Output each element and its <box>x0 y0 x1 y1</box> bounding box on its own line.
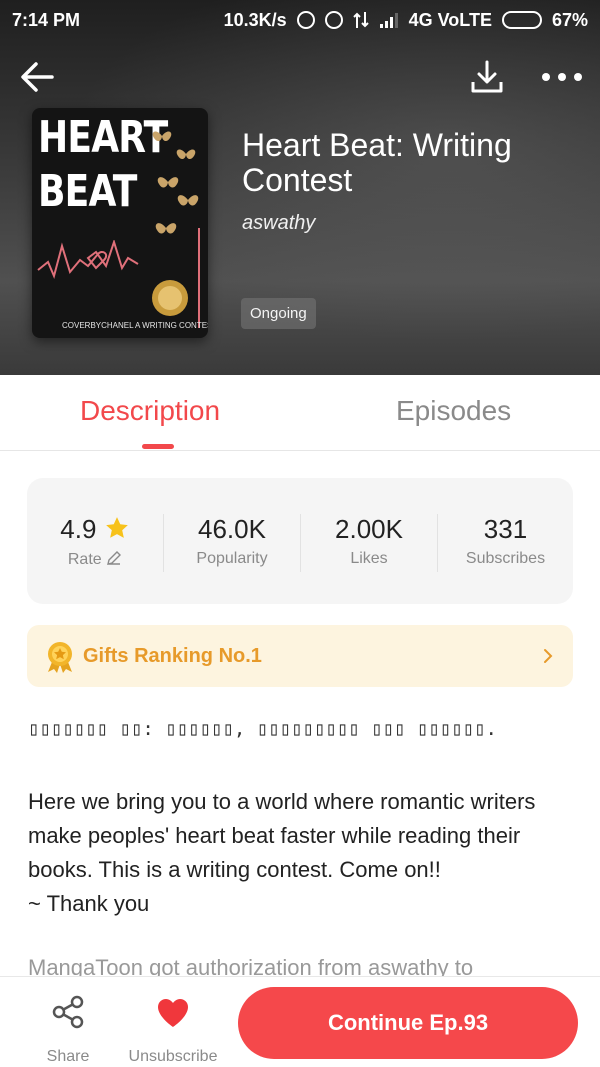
stat-rate[interactable]: 4.9 Rate <box>27 478 163 604</box>
unsubscribe-label: Unsubscribe <box>128 1048 218 1065</box>
stat-popularity: 46.0K Popularity <box>164 478 300 604</box>
stat-label: Rate <box>67 551 102 568</box>
battery-percent: 67% <box>551 9 588 30</box>
continue-reading-button[interactable]: Continue Ep.93 <box>238 987 578 1059</box>
top-bar <box>0 52 600 102</box>
gifts-ranking-banner[interactable]: Gifts Ranking No.1 <box>27 625 573 687</box>
stat-value: 331 <box>483 514 528 544</box>
stat-value: 4.9 <box>60 514 97 544</box>
status-badge: Ongoing <box>241 298 316 329</box>
status-time: 7:14 PM <box>12 9 81 30</box>
data-transfer-icon <box>352 12 369 28</box>
description-body: Here we bring you to a world where roman… <box>28 785 573 921</box>
stat-rate-label-row: Rate <box>27 550 163 569</box>
cover-title-line2: BEAT <box>38 166 137 217</box>
signal-icon <box>379 13 398 28</box>
book-header: 7:14 PM 10.3K/s 4G VoLTE 67% HEART BEAT … <box>0 0 600 375</box>
share-icon <box>52 995 84 1029</box>
gifts-ranking-label: Gifts Ranking No.1 <box>83 645 262 667</box>
unsubscribe-button[interactable]: Unsubscribe <box>123 993 223 1065</box>
tab-episodes[interactable]: Episodes <box>396 395 511 427</box>
stat-label: Likes <box>350 550 388 567</box>
stat-value: 46.0K <box>198 514 266 544</box>
description-signoff: ~ Thank you <box>28 891 150 916</box>
status-bar: 7:14 PM 10.3K/s 4G VoLTE 67% <box>0 0 600 40</box>
book-title: Heart Beat: Writing Contest <box>242 127 512 198</box>
active-tab-indicator <box>142 444 174 449</box>
stat-label: Popularity <box>196 550 268 567</box>
stat-label: Subscribes <box>465 550 546 567</box>
alarm-icon <box>324 11 343 29</box>
bottom-action-bar: Share Unsubscribe Continue Ep.93 <box>0 976 600 1067</box>
award-seal-art <box>152 280 188 316</box>
stat-subscribes: 331 Subscribes <box>438 478 573 604</box>
star-icon <box>105 517 128 538</box>
butterflies-art <box>152 131 199 234</box>
battery-icon <box>501 11 542 29</box>
cover-accent-bar <box>198 228 200 328</box>
network-type: 4G VoLTE <box>408 9 492 30</box>
stat-likes: 2.00K Likes <box>301 478 437 604</box>
cover-footer: COVERBYCHANEL A WRITING CONTEST <box>62 321 208 330</box>
description-text: Here we bring you to a world where roman… <box>28 789 536 882</box>
stat-value: 2.00K <box>335 514 403 544</box>
heart-icon <box>158 999 188 1027</box>
description-unrendered-line: ▯▯▯▯▯▯▯ ▯▯: ▯▯▯▯▯▯, ▯▯▯▯▯▯▯▯▯ ▯▯▯ ▯▯▯▯▯▯… <box>28 718 497 740</box>
tab-bar: Description Episodes <box>0 375 600 451</box>
share-label: Share <box>46 1048 90 1065</box>
edit-pencil-icon <box>107 551 122 565</box>
more-dots-icon[interactable] <box>538 56 586 98</box>
arrow-left-icon[interactable] <box>16 56 58 98</box>
medal-icon <box>48 642 72 673</box>
stat-rate-value-row: 4.9 <box>27 514 163 545</box>
book-author[interactable]: aswathy <box>242 212 315 235</box>
tab-description[interactable]: Description <box>80 395 220 427</box>
stats-card: 4.9 Rate 46.0K Popularity 2.00K Likes 33… <box>27 478 573 604</box>
download-icon[interactable] <box>466 56 508 98</box>
sync-icon <box>296 11 315 29</box>
share-button[interactable]: Share <box>38 993 98 1065</box>
chevron-right-icon <box>544 649 553 663</box>
network-speed: 10.3K/s <box>223 9 287 30</box>
book-cover[interactable]: HEART BEAT COVERBYCHANEL A WRITING CONTE… <box>32 108 208 338</box>
